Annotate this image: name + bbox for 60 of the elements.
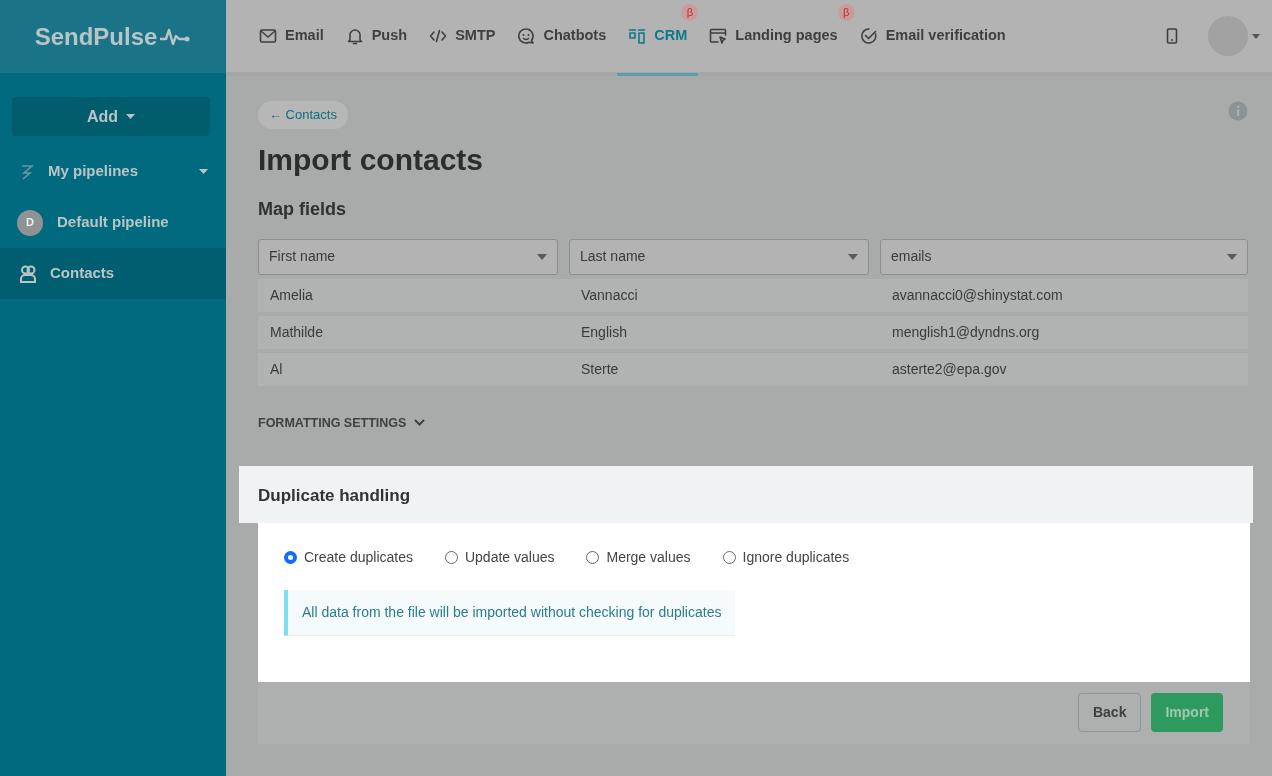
caret-icon	[1252, 33, 1260, 39]
table-cell-text: Al	[269, 359, 284, 379]
back-link[interactable]: ← Contacts	[258, 101, 348, 129]
field-select[interactable]: emails	[880, 238, 1248, 275]
radio-option[interactable]: Update values	[444, 546, 555, 568]
phone-icon	[1166, 28, 1178, 44]
kanban-icon	[628, 27, 647, 45]
nav-tab[interactable]: SMTP	[418, 21, 507, 51]
beta-badge: β	[681, 4, 699, 21]
caret-icon	[1227, 253, 1237, 260]
nav-tab[interactable]: Email verification	[848, 21, 1017, 51]
radio-button[interactable]	[586, 550, 600, 564]
section-title: Map fields	[258, 197, 347, 221]
check-circle-icon	[859, 27, 878, 45]
table-cell-text: Sterte	[580, 359, 620, 379]
sidebar-item[interactable]: D Default pipeline	[0, 197, 226, 248]
nav-tab[interactable]: Landing pages	[698, 21, 849, 51]
pulse-icon	[159, 26, 192, 47]
page-title: Import contacts	[258, 141, 485, 178]
caret-icon	[126, 114, 136, 119]
field-select[interactable]: Last name	[569, 238, 869, 275]
add-button[interactable]: Add	[12, 97, 210, 136]
table-cell-text: Vannacci	[580, 285, 639, 305]
browser-cursor-icon	[709, 27, 728, 45]
avatar-badge: D	[17, 209, 43, 236]
sidebar-item[interactable]: Contacts	[0, 248, 226, 299]
table-cell-text: menglish1@dyndns.org	[891, 322, 1041, 342]
caret-icon	[848, 253, 858, 260]
table-cell-text: English	[580, 322, 628, 342]
info-icon	[1228, 101, 1248, 121]
table-cell-text: Amelia	[269, 285, 314, 305]
radio-button[interactable]	[722, 550, 736, 564]
logo: SendPulse	[0, 0, 226, 73]
table-cell-text: avannacci0@shinystat.com	[891, 285, 1064, 305]
field-select[interactable]: First name	[258, 238, 558, 275]
radio-option[interactable]: Merge values	[586, 546, 691, 568]
chat-bubble-icon	[517, 27, 536, 45]
nav-tab[interactable]: Push	[334, 21, 419, 51]
caret-icon	[537, 253, 547, 260]
nav-tab[interactable]: Email	[248, 21, 335, 51]
lightning-icon	[20, 163, 34, 180]
code-icon	[429, 27, 448, 45]
chevron-icon	[414, 419, 426, 427]
back-button[interactable]: Back	[1077, 693, 1142, 733]
table-cell-text: asterte2@epa.gov	[891, 359, 1008, 379]
table-cell-text: Mathilde	[269, 322, 324, 342]
nav-tab[interactable]: Chatbots	[506, 21, 618, 51]
formatting-toggle[interactable]: FORMATTING SETTINGS	[258, 413, 1248, 433]
bell-icon	[345, 27, 364, 45]
panel-header: Duplicate handling	[239, 466, 1253, 523]
info-alert: All data from the file will be imported without checking for duplicates	[284, 589, 736, 636]
radio-option[interactable]: Ignore duplicates	[722, 546, 850, 568]
envelope-icon	[259, 27, 277, 45]
radio-button[interactable]	[444, 550, 458, 564]
radio-button[interactable]	[284, 550, 297, 564]
caret-icon	[199, 169, 208, 174]
beta-badge: β	[837, 4, 855, 21]
sidebar-item[interactable]: My pipelines	[0, 146, 226, 197]
radio-option[interactable]: Create duplicates	[284, 546, 413, 568]
people-icon	[20, 264, 36, 283]
